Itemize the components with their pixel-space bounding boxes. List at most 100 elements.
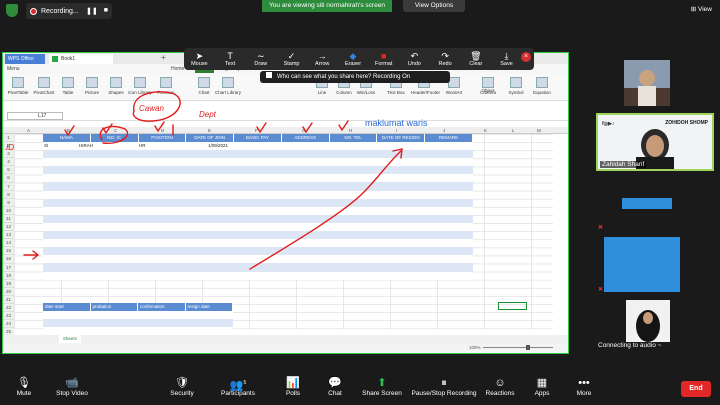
- ribbon-chart[interactable]: Chart: [191, 77, 217, 95]
- ribbon-table[interactable]: Table: [55, 77, 81, 95]
- table-row[interactable]: [43, 190, 473, 199]
- ribbon-shapes[interactable]: Shapes: [103, 77, 129, 95]
- tool-clear[interactable]: 🗑 Clear: [463, 51, 489, 67]
- participants-button[interactable]: 👥5 Participants: [208, 377, 268, 397]
- header-address[interactable]: ADDRESS: [282, 134, 330, 142]
- col-g[interactable]: G: [302, 128, 306, 133]
- col-a[interactable]: A: [27, 128, 30, 133]
- end-meeting-button[interactable]: End: [681, 381, 711, 397]
- ribbon-chart-library[interactable]: Chart Library: [215, 77, 241, 95]
- row-header[interactable]: 18: [3, 272, 14, 280]
- row-header[interactable]: 3: [3, 150, 14, 159]
- row-header[interactable]: 2: [3, 142, 14, 151]
- header-basic-pay[interactable]: BASIC PAY: [234, 134, 282, 142]
- tool-stamp[interactable]: ✓ Stamp: [279, 51, 305, 67]
- ribbon-object[interactable]: Object: [475, 88, 501, 93]
- header-date-start[interactable]: date start: [43, 303, 91, 311]
- row-header[interactable]: 22: [3, 304, 14, 313]
- header-nama[interactable]: NAMA: [43, 134, 91, 142]
- shield-icon[interactable]: [6, 4, 18, 17]
- col-j[interactable]: J: [443, 128, 445, 133]
- table-row[interactable]: [43, 263, 473, 272]
- participant-video-2[interactable]: [626, 300, 670, 342]
- menu-item-home[interactable]: Home: [171, 66, 184, 72]
- participant-tile-blue-2[interactable]: [604, 237, 680, 292]
- table-row[interactable]: [43, 311, 233, 320]
- ribbon-pivottable[interactable]: PivotTable: [5, 77, 31, 95]
- ribbon-equation[interactable]: Equation: [529, 77, 555, 95]
- tool-format[interactable]: ■ Format: [371, 51, 397, 67]
- col-b[interactable]: B: [67, 128, 70, 133]
- zoom-slider[interactable]: [483, 347, 553, 348]
- header-remark[interactable]: REMARK: [425, 134, 474, 142]
- table-row[interactable]: [43, 319, 233, 328]
- header-probation[interactable]: probation: [91, 303, 138, 311]
- header-no-tel[interactable]: NO. TEL: [330, 134, 378, 142]
- table-row[interactable]: [43, 158, 473, 167]
- sheet-tab-sheet1[interactable]: Sheet1: [59, 335, 81, 343]
- row-header[interactable]: 6: [3, 174, 14, 183]
- view-options-button[interactable]: View Options: [403, 0, 465, 12]
- row-header[interactable]: 23: [3, 312, 14, 321]
- tool-draw[interactable]: ∼ Draw: [248, 51, 274, 67]
- table-row[interactable]: [43, 214, 473, 223]
- ribbon-picture[interactable]: Picture: [79, 77, 105, 95]
- cell-nama-rest[interactable]: HIRAH: [79, 143, 93, 148]
- tool-save[interactable]: ⤓ Save: [494, 51, 520, 67]
- table-row[interactable]: [43, 247, 473, 256]
- table-row[interactable]: [43, 222, 473, 232]
- col-k[interactable]: K: [484, 128, 487, 133]
- add-tab-icon[interactable]: +: [161, 53, 166, 62]
- col-e[interactable]: E: [208, 128, 211, 133]
- row-header[interactable]: 16: [3, 255, 14, 264]
- tool-undo[interactable]: ↶ Undo: [401, 51, 427, 67]
- table-row[interactable]: [43, 198, 473, 207]
- col-m[interactable]: M: [537, 128, 541, 133]
- tab-book1[interactable]: Book1: [49, 54, 113, 64]
- stop-icon[interactable]: ■: [104, 7, 108, 15]
- tool-mouse[interactable]: ➤ Mouse: [186, 51, 212, 67]
- ribbon-symbol[interactable]: Symbol: [503, 77, 529, 95]
- pause-icon[interactable]: ❚❚: [86, 7, 98, 15]
- table-row[interactable]: [43, 231, 473, 240]
- ribbon-icon-library[interactable]: Icon Library: [127, 77, 153, 95]
- cell-nama[interactable]: SI: [44, 143, 48, 148]
- cell-date-of-join[interactable]: 1/09/2021: [208, 143, 228, 148]
- col-l[interactable]: L: [512, 128, 515, 133]
- ribbon-pivotchart[interactable]: PivotChart: [31, 77, 57, 95]
- row-header[interactable]: 10: [3, 207, 14, 215]
- col-i[interactable]: I: [396, 128, 397, 133]
- tab-wps-office[interactable]: WPS Office: [5, 54, 45, 64]
- header-position[interactable]: POSITION: [139, 134, 187, 142]
- tool-arrow[interactable]: → Arrow: [309, 51, 335, 67]
- more-button[interactable]: ••• More: [554, 377, 614, 397]
- row-header[interactable]: 20: [3, 288, 14, 296]
- table-row[interactable]: [43, 271, 473, 280]
- row-header[interactable]: 11: [3, 215, 14, 224]
- table-row[interactable]: [43, 206, 473, 215]
- header-confirmation[interactable]: confirmation: [138, 303, 186, 311]
- tool-text[interactable]: T Text: [217, 51, 243, 67]
- row-header[interactable]: 4: [3, 158, 14, 167]
- close-icon[interactable]: ×: [521, 52, 531, 62]
- row-header[interactable]: 14: [3, 239, 14, 248]
- participant-tile-blue-1[interactable]: [622, 198, 672, 209]
- zoom-slider-knob[interactable]: [526, 345, 530, 350]
- ribbon-function[interactable]: Function: [153, 77, 179, 95]
- header-resign-date[interactable]: resign date: [186, 303, 233, 311]
- employee-row[interactable]: SI HIRAH HR 1/09/2021: [43, 142, 473, 150]
- header-no-ic[interactable]: NO. IC: [91, 134, 139, 142]
- table-row[interactable]: [43, 239, 473, 248]
- table-row[interactable]: [43, 150, 473, 159]
- selected-cell[interactable]: [498, 302, 527, 310]
- row-header[interactable]: 1: [3, 134, 14, 143]
- row-header[interactable]: 9: [3, 199, 14, 207]
- participant-avatar-photo[interactable]: [624, 60, 670, 106]
- security-button[interactable]: 🛡 Security: [152, 377, 212, 397]
- view-button[interactable]: ⊞ View: [691, 5, 712, 13]
- col-c[interactable]: C: [114, 128, 117, 133]
- cell-position[interactable]: HR: [139, 143, 146, 148]
- table-row[interactable]: [43, 255, 473, 264]
- share-screen-button[interactable]: ⬆ Share Screen: [352, 377, 412, 397]
- name-box[interactable]: L17: [7, 112, 63, 120]
